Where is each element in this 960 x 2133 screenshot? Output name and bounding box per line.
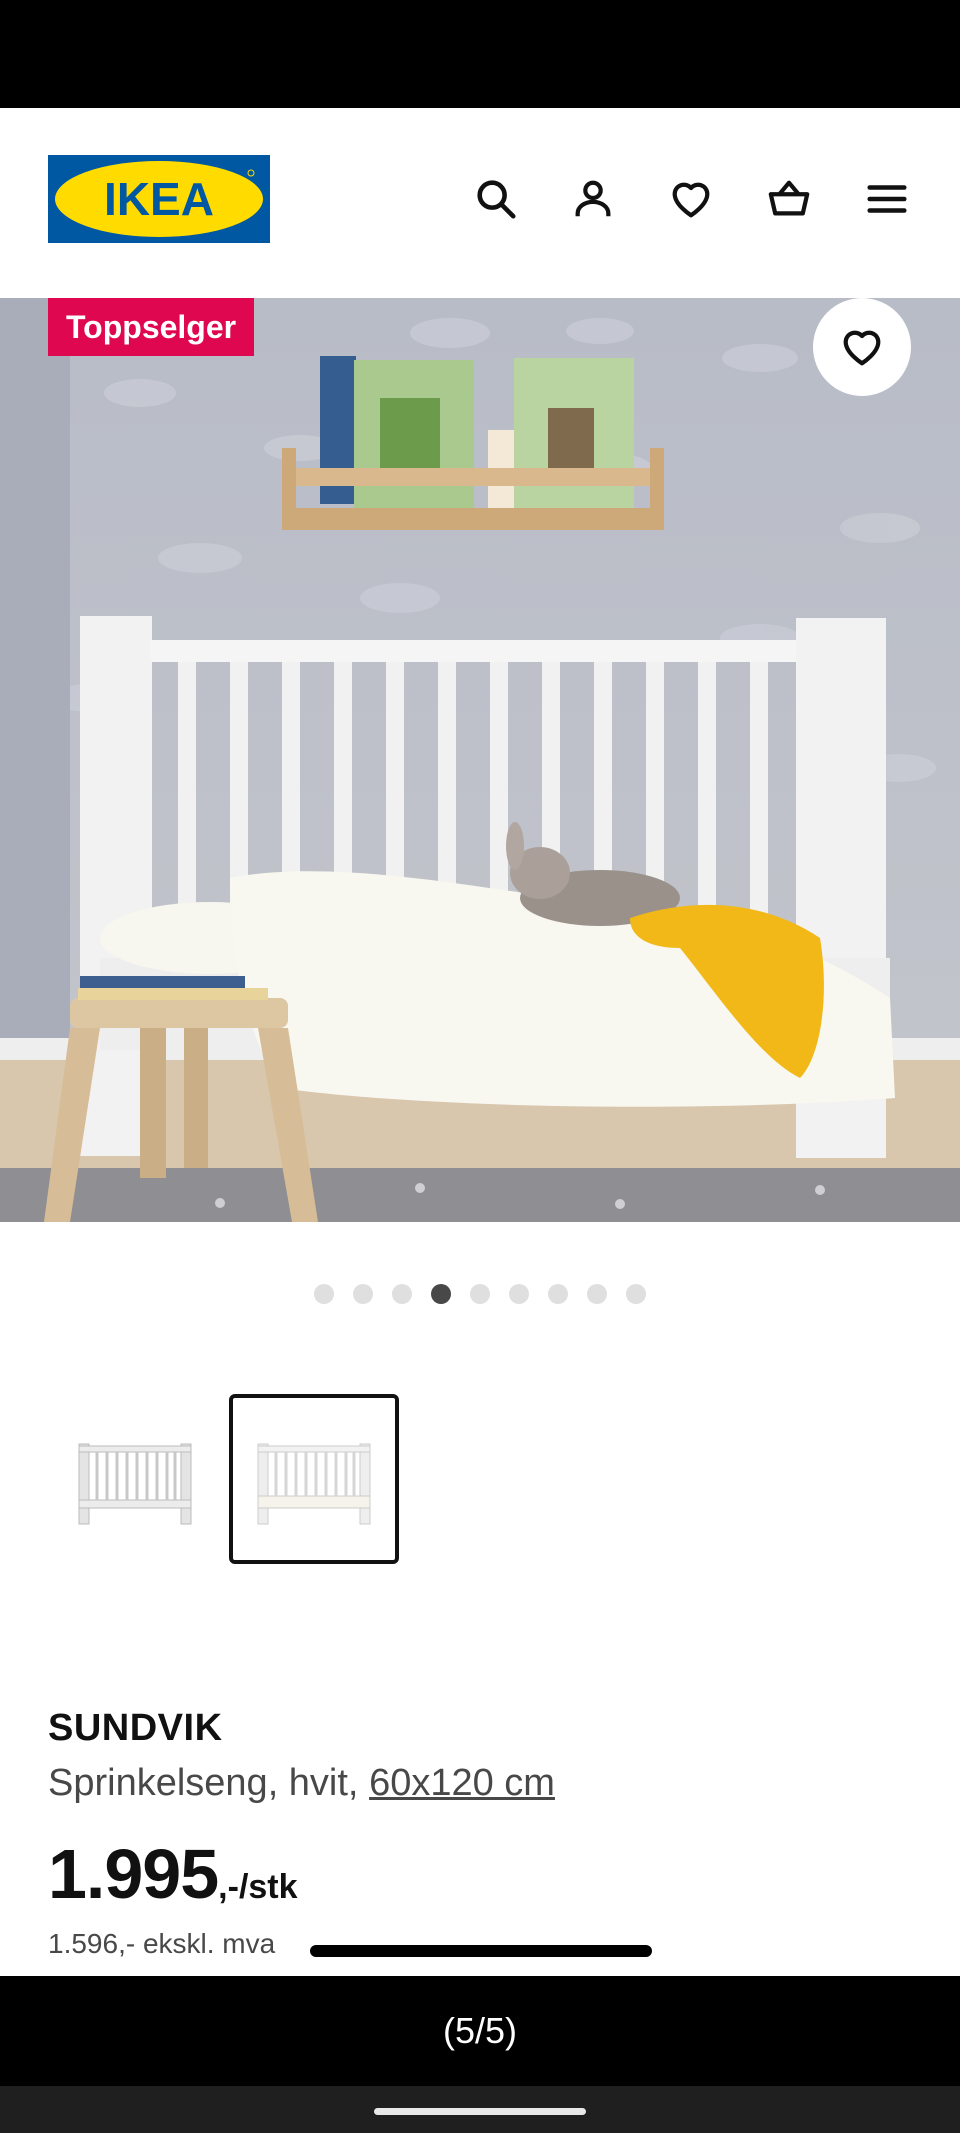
product-details: SUNDVIK Sprinkelseng, hvit, 60x120 cm 1.… xyxy=(0,1222,960,1976)
carousel-dot[interactable] xyxy=(626,1284,646,1304)
carousel-dot[interactable] xyxy=(392,1284,412,1304)
carousel-dot[interactable] xyxy=(353,1284,373,1304)
caption-bar: (5/5) xyxy=(0,1976,960,2086)
scroll-indicator xyxy=(310,1945,652,1957)
home-indicator[interactable] xyxy=(374,2108,586,2115)
cart-icon[interactable] xyxy=(761,171,817,227)
product-type: Sprinkelseng, hvit, xyxy=(48,1762,359,1804)
product-price: 1.995,-/stk xyxy=(48,1834,298,1914)
site-header: IKEA xyxy=(0,108,960,298)
carousel-dot[interactable] xyxy=(509,1284,529,1304)
product-image[interactable] xyxy=(0,298,960,1222)
image-counter: (5/5) xyxy=(442,2010,518,2051)
product-description: Sprinkelseng, hvit, 60x120 cm xyxy=(48,1762,555,1805)
account-icon[interactable] xyxy=(565,171,621,227)
thumbnail-crib[interactable] xyxy=(50,1394,220,1564)
product-name: SUNDVIK xyxy=(48,1707,223,1749)
wishlist-icon[interactable] xyxy=(663,171,719,227)
price-value: 1.995 xyxy=(48,1835,219,1913)
carousel-dot[interactable] xyxy=(314,1284,334,1304)
status-bar xyxy=(0,0,960,108)
search-icon[interactable] xyxy=(468,171,524,227)
svg-text:IKEA: IKEA xyxy=(104,173,214,225)
ikea-logo[interactable]: IKEA xyxy=(48,155,270,243)
thumbnail-crib-selected[interactable] xyxy=(229,1394,399,1564)
carousel-dot[interactable] xyxy=(587,1284,607,1304)
carousel-dot-active[interactable] xyxy=(431,1284,451,1304)
favorite-button[interactable] xyxy=(813,298,911,396)
price-ex-vat: 1.596,- ekskl. mva xyxy=(48,1928,276,1959)
menu-icon[interactable] xyxy=(859,171,915,227)
bestseller-badge: Toppselger xyxy=(48,298,255,356)
heart-icon xyxy=(843,330,881,366)
product-size-link[interactable]: 60x120 cm xyxy=(369,1762,555,1804)
carousel-dot[interactable] xyxy=(548,1284,568,1304)
carousel-dot[interactable] xyxy=(470,1284,490,1304)
price-unit: ,-/stk xyxy=(218,1868,298,1906)
carousel-dots xyxy=(0,1284,960,1304)
